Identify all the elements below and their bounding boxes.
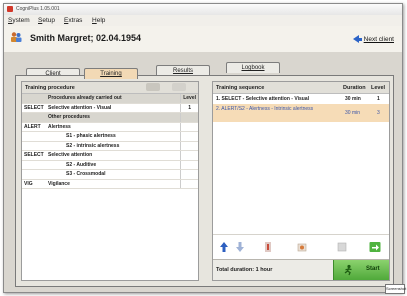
sequence-duration: 30 min (345, 110, 361, 116)
cell-label: S3 - Crossmodal (46, 169, 181, 180)
table-row[interactable]: ALERT Alertness (22, 122, 198, 132)
training-panel: Training procedure Procedures already ca… (15, 75, 394, 287)
sequence-level: 3 (377, 110, 380, 116)
table-row[interactable]: S3 - Crossmodal (22, 169, 198, 180)
cell-label: Selective attention - Visual (46, 103, 181, 113)
move-down-icon[interactable] (235, 241, 245, 253)
screenshot-badge: Screenshot (385, 284, 406, 294)
cell-label: S1 - phasic alertness (46, 131, 181, 142)
table-row[interactable]: SELECT Selective attention - Visual 1 (22, 103, 198, 113)
sequence-label: 1. SELECT - Selective attention - Visual (216, 96, 309, 102)
start-label: Start (366, 266, 380, 272)
sequence-duration: 30 min (345, 96, 361, 102)
training-sequence-header: Training sequence Duration Level (213, 82, 389, 94)
training-procedure-title: Training procedure (25, 85, 75, 91)
cell-code: ALERT (22, 122, 46, 132)
cell-code: SELECT (22, 103, 46, 113)
table-row[interactable]: VIG Vigilance (22, 179, 198, 189)
tab-training[interactable]: Training (84, 68, 138, 79)
cell-label: Other procedures (46, 112, 181, 123)
tab-logbook[interactable]: Logbook (226, 62, 280, 73)
delete-icon[interactable] (337, 241, 347, 253)
table-row[interactable]: S1 - phasic alertness (22, 131, 198, 142)
next-client-button[interactable]: Next client (352, 34, 394, 44)
duration-column-header: Duration (343, 85, 366, 91)
sequence-level: 1 (377, 96, 380, 102)
training-procedure-list: Training procedure Procedures already ca… (21, 81, 199, 281)
table-row[interactable]: SELECT Selective attention (22, 150, 198, 161)
total-duration: Total duration: 1 hour (216, 267, 273, 273)
patient-name: Smith Margret; 02.04.1954 (30, 33, 142, 43)
table-row: Other procedures (22, 112, 198, 123)
cell-code: VIG (22, 179, 46, 189)
cell-label: S2 - Auditive (46, 160, 181, 170)
training-procedure-header: Training procedure (22, 82, 198, 94)
cell-label: Procedures already carried out (46, 94, 181, 104)
sequence-row-selected[interactable]: 2. ALERT/S2 - Alertness - Intrinsic aler… (213, 104, 389, 122)
arrow-left-icon (352, 35, 362, 43)
move-up-icon[interactable] (219, 241, 229, 253)
cell-level: Level (180, 94, 198, 104)
cell-code: SELECT (22, 150, 46, 161)
level-column-header: Level (371, 85, 386, 91)
table-row[interactable]: S2 - intrinsic alertness (22, 141, 198, 151)
cell-level: 1 (180, 103, 198, 113)
cell-label: Alertness (46, 122, 181, 132)
app-logo (7, 6, 13, 12)
sequence-toolbar (213, 234, 389, 259)
table-row[interactable]: S2 - Auditive (22, 160, 198, 170)
total-bar: Total duration: 1 hour Start (213, 259, 389, 280)
copy-icon[interactable] (297, 241, 307, 253)
cell-label: Vigilance (46, 179, 181, 189)
menu-system[interactable]: System (8, 17, 30, 24)
export-icon[interactable] (369, 241, 381, 253)
training-sequence-title: Training sequence (216, 85, 265, 91)
menu-setup[interactable]: Setup (38, 17, 55, 24)
window-title: CogniPlus 1.05.001 (16, 6, 60, 12)
cell-label: Selective attention (46, 150, 181, 161)
menu-extras[interactable]: Extras (64, 17, 82, 24)
table-row: Procedures already carried out Level (22, 94, 198, 104)
add-to-sequence-icon[interactable] (172, 83, 186, 91)
procedure-table: Procedures already carried out Level SEL… (22, 94, 198, 189)
cell-label: S2 - intrinsic alertness (46, 141, 181, 151)
training-sequence-list: Training sequence Duration Level 1. SELE… (212, 81, 390, 281)
sequence-label: 2. ALERT/S2 - Alertness - Intrinsic aler… (216, 106, 314, 112)
next-client-label: Next client (363, 35, 394, 43)
edit-icon[interactable] (146, 83, 160, 91)
start-icon (344, 264, 352, 276)
sequence-row[interactable]: 1. SELECT - Selective attention - Visual… (213, 94, 389, 103)
patient-icon (11, 32, 22, 42)
edit-icon[interactable] (263, 241, 273, 253)
start-button[interactable]: Start (333, 260, 389, 280)
patient-bar: Smith Margret; 02.04.1954 Next client (4, 26, 402, 52)
menu-help[interactable]: Help (92, 17, 105, 24)
